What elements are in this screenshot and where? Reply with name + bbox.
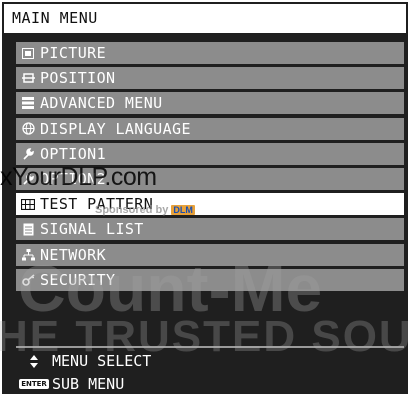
menu-item-label: SIGNAL LIST: [40, 220, 144, 239]
menu-item-label: OPTION2: [40, 169, 107, 188]
menu-item-label: TEST PATTERN: [40, 195, 154, 214]
menu-item-label: POSITION: [40, 69, 116, 88]
globe-icon: [20, 121, 36, 137]
menu-item-network[interactable]: NETWORK: [16, 243, 404, 266]
menu-item-test-pattern[interactable]: TEST PATTERN: [16, 193, 404, 216]
menu-title: MAIN MENU: [2, 2, 408, 35]
menu-item-advanced-menu[interactable]: ADVANCED MENU: [16, 92, 404, 115]
up-down-arrow-icon: [16, 354, 52, 368]
menu-item-picture[interactable]: PICTURE: [16, 42, 404, 64]
menu-item-security[interactable]: SECURITY: [16, 268, 404, 291]
hint-sub-menu: ENTER SUB MENU: [16, 375, 124, 393]
menu-item-position[interactable]: POSITION: [16, 67, 404, 90]
footer-divider: [16, 346, 404, 348]
wrench-icon: [20, 171, 36, 187]
menu-item-option1[interactable]: OPTION1: [16, 142, 404, 165]
menu-item-label: PICTURE: [40, 44, 107, 62]
picture-icon: [20, 45, 36, 61]
menu-item-option2[interactable]: OPTION2: [16, 167, 404, 190]
menu-list: PICTURE POSITION ADVANCED MENU DISPLAY L…: [16, 42, 404, 294]
key-icon: [20, 272, 36, 288]
menu-item-label: OPTION1: [40, 144, 107, 163]
test-pattern-icon: [20, 196, 36, 212]
hint-menu-select: MENU SELECT: [16, 352, 151, 370]
network-icon: [20, 247, 36, 263]
wrench-icon: [20, 146, 36, 162]
menu-item-label: NETWORK: [40, 245, 107, 264]
hint-label: MENU SELECT: [52, 352, 152, 370]
advanced-menu-icon: [20, 95, 36, 111]
hint-label: SUB MENU: [52, 375, 125, 393]
menu-item-label: SECURITY: [40, 270, 116, 289]
position-icon: [20, 70, 36, 86]
main-menu-panel: MAIN MENU PICTURE POSITION ADVANCED MENU…: [2, 2, 408, 394]
menu-item-signal-list[interactable]: SIGNAL LIST: [16, 218, 404, 241]
menu-item-label: ADVANCED MENU: [40, 94, 163, 113]
enter-key-label: ENTER: [19, 379, 49, 389]
enter-key-icon: ENTER: [16, 379, 52, 389]
menu-item-display-language[interactable]: DISPLAY LANGUAGE: [16, 117, 404, 140]
signal-list-icon: [20, 221, 36, 237]
menu-item-label: DISPLAY LANGUAGE: [40, 119, 191, 138]
